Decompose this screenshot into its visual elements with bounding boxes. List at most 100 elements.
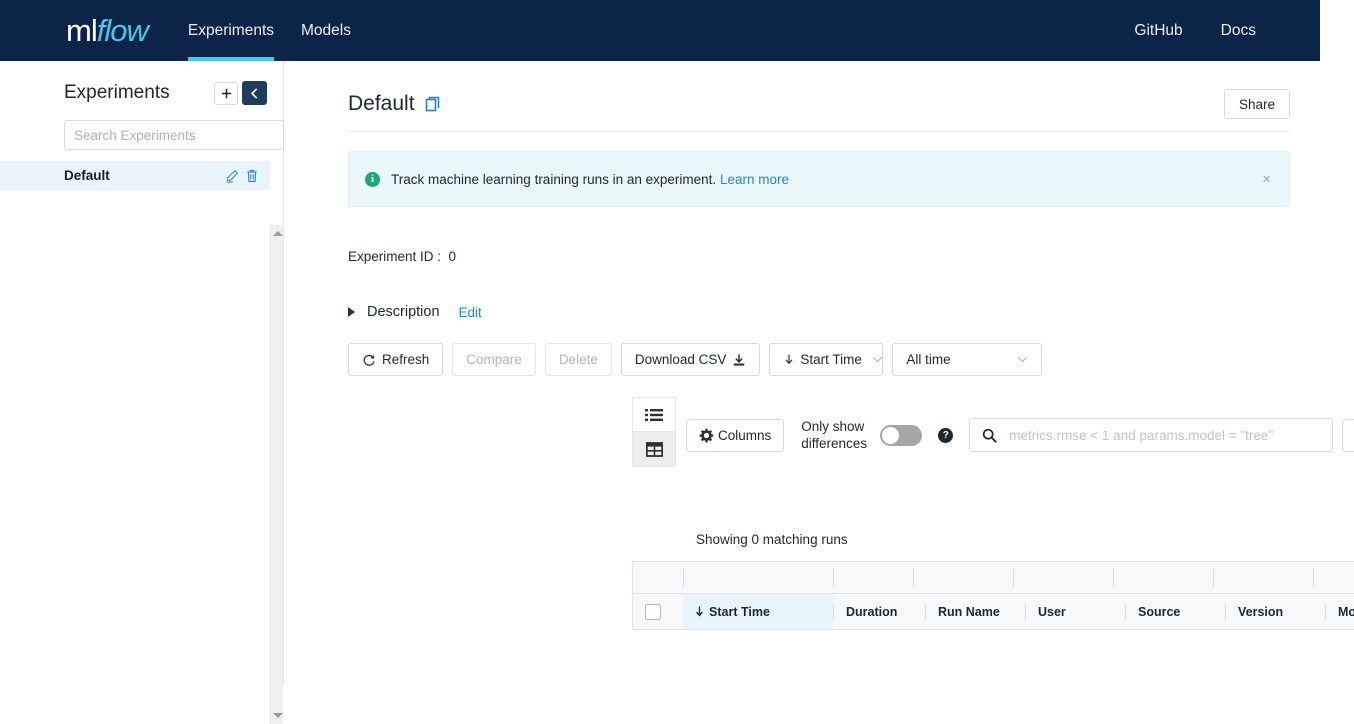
refresh-button[interactable]: Refresh — [348, 343, 443, 376]
download-csv-label: Download CSV — [635, 352, 727, 367]
search-icon — [982, 428, 997, 443]
collapse-sidebar-button[interactable] — [242, 81, 267, 105]
column-label: Start Time — [709, 605, 770, 619]
search-action-buttons: Search Filter Clear — [1342, 419, 1354, 452]
list-view-icon[interactable] — [632, 397, 676, 432]
refresh-icon — [362, 353, 376, 367]
group-cell-7 — [1314, 562, 1354, 594]
delete-button: Delete — [545, 343, 612, 376]
table-group-header-row — [633, 562, 1354, 594]
download-icon — [732, 353, 746, 367]
sort-arrow-down-icon — [695, 606, 704, 617]
info-banner: i Track machine learning training runs i… — [348, 151, 1290, 207]
column-header-run-name[interactable]: Run Name — [926, 594, 1025, 629]
trash-icon[interactable] — [242, 166, 262, 186]
group-cell-1 — [684, 562, 833, 594]
table-header-row: Start Time Duration Run Name User Source… — [633, 594, 1354, 629]
banner-text-label: Track machine learning training runs in … — [391, 172, 716, 187]
column-header-models[interactable]: Models — [1326, 594, 1354, 629]
close-icon[interactable]: × — [1260, 172, 1273, 187]
view-mode-toggle — [632, 397, 676, 467]
plus-icon — [221, 88, 232, 99]
arrow-down-icon — [783, 353, 795, 366]
filter-controls: Columns Only show differences ? Search — [686, 418, 1354, 452]
select-all-checkbox-cell — [633, 594, 683, 629]
group-cell-6 — [1214, 562, 1313, 594]
sort-dropdown[interactable]: Start Time — [769, 343, 883, 376]
chevron-right-icon[interactable] — [348, 307, 355, 317]
experiment-name-label: Default — [64, 168, 222, 183]
gear-icon — [699, 428, 714, 443]
nav-docs[interactable]: Docs — [1221, 0, 1256, 61]
copy-icon[interactable] — [425, 96, 441, 112]
learn-more-link[interactable]: Learn more — [720, 172, 789, 187]
nav-models[interactable]: Models — [301, 0, 351, 61]
nav-github[interactable]: GitHub — [1134, 0, 1182, 61]
column-header-start-time[interactable]: Start Time — [683, 594, 833, 629]
sidebar-title: Experiments — [64, 82, 210, 104]
chevron-down-icon — [1017, 356, 1028, 363]
help-icon[interactable]: ? — [938, 428, 953, 443]
logo-ml-text: ml — [66, 13, 97, 48]
sidebar-header: Experiments — [0, 61, 283, 105]
download-csv-button[interactable]: Download CSV — [621, 343, 761, 376]
search-controls-row: Columns Only show differences ? Search — [284, 397, 1354, 473]
search-runs-input[interactable] — [1007, 427, 1320, 444]
runs-search-box[interactable] — [969, 418, 1333, 452]
time-filter-dropdown[interactable]: All time — [892, 343, 1042, 376]
runs-table: Start Time Duration Run Name User Source… — [632, 561, 1354, 630]
top-navigation-bar: mlflow Experiments Models GitHub Docs — [0, 0, 1320, 61]
page-header: Default Share — [284, 61, 1354, 119]
nav-experiments[interactable]: Experiments — [188, 0, 274, 61]
banner-message: Track machine learning training runs in … — [391, 172, 789, 187]
page-title: Default — [348, 92, 415, 116]
experiments-sidebar: Experiments Default — [0, 61, 284, 686]
chevron-left-icon — [249, 88, 260, 99]
chevron-down-icon — [872, 356, 883, 363]
experiment-id-value: 0 — [449, 249, 457, 264]
description-section: Description Edit — [348, 304, 1290, 320]
column-header-source[interactable]: Source — [1126, 594, 1225, 629]
logo-flow-text: flow — [97, 13, 148, 48]
column-header-version[interactable]: Version — [1226, 594, 1325, 629]
compare-button: Compare — [452, 343, 536, 376]
description-edit-link[interactable]: Edit — [459, 305, 482, 320]
create-experiment-button[interactable] — [214, 82, 238, 105]
group-cell-2 — [834, 562, 913, 594]
column-header-duration[interactable]: Duration — [834, 594, 925, 629]
columns-button[interactable]: Columns — [686, 419, 784, 452]
time-filter-label: All time — [906, 352, 950, 367]
sort-label: Start Time — [800, 352, 862, 367]
runs-toolbar: Refresh Compare Delete Download CSV Star… — [348, 343, 1290, 376]
group-cell-3 — [914, 562, 1013, 594]
experiment-id-label: Experiment ID : — [348, 249, 441, 264]
experiment-id-row: Experiment ID : 0 — [348, 249, 1290, 264]
experiments-list: Default — [0, 161, 283, 190]
mlflow-logo[interactable]: mlflow — [66, 15, 148, 46]
main-content: Default Share i Track machine learning t… — [284, 61, 1354, 686]
only-show-differences-toggle[interactable] — [880, 425, 922, 446]
columns-label: Columns — [718, 428, 771, 443]
group-cell-checkbox — [633, 562, 683, 594]
results-count-label: Showing 0 matching runs — [696, 532, 848, 547]
search-experiments-input[interactable] — [64, 120, 284, 150]
only-show-differences-label: Only show differences — [801, 418, 869, 452]
grid-view-icon[interactable] — [632, 432, 676, 467]
group-cell-5 — [1114, 562, 1213, 594]
sidebar-scrollbar[interactable] — [270, 225, 283, 724]
sidebar-item-default[interactable]: Default — [0, 161, 270, 190]
group-cell-4 — [1014, 562, 1113, 594]
main-nav: Experiments Models — [188, 0, 378, 61]
scroll-down-arrow-icon[interactable] — [271, 709, 284, 722]
pencil-icon[interactable] — [222, 166, 242, 186]
select-all-checkbox[interactable] — [645, 604, 661, 620]
search-button[interactable]: Search — [1342, 419, 1354, 452]
refresh-label: Refresh — [382, 352, 429, 367]
nav-right-links: GitHub Docs — [1096, 0, 1256, 61]
description-label: Description — [367, 304, 440, 320]
share-button[interactable]: Share — [1224, 89, 1290, 119]
scroll-up-arrow-icon[interactable] — [271, 227, 284, 240]
header-divider — [348, 131, 1290, 132]
column-header-user[interactable]: User — [1026, 594, 1125, 629]
toggle-knob — [882, 427, 899, 444]
